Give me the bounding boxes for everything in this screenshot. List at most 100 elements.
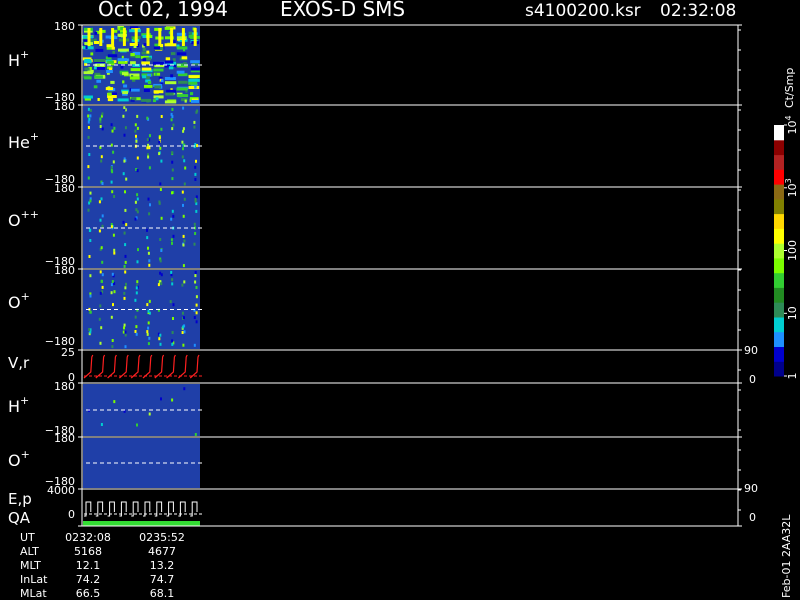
spectrogram-cell bbox=[135, 208, 138, 212]
colorbar-swatch bbox=[774, 198, 784, 215]
spectrogram-cell bbox=[129, 76, 140, 80]
colorbar-swatch bbox=[774, 302, 784, 318]
spectrogram-cell bbox=[183, 197, 186, 201]
spectrogram-cell bbox=[135, 134, 137, 138]
spectrogram-cell bbox=[168, 66, 174, 70]
spectrogram-cell bbox=[101, 112, 104, 116]
spectrogram-cell bbox=[141, 98, 152, 102]
ephemeris-value-start: 5168 bbox=[74, 545, 102, 558]
spectrogram-cell bbox=[181, 283, 184, 287]
spectrogram-cell bbox=[90, 69, 94, 73]
spectrogram-cell bbox=[110, 315, 113, 319]
spectrogram-cell bbox=[89, 199, 92, 203]
spectrogram-cell bbox=[131, 97, 137, 101]
spectrogram-cell bbox=[88, 117, 91, 121]
ephemeris-value-end: 4677 bbox=[148, 545, 176, 558]
spectrogram-cell bbox=[147, 197, 150, 201]
spectrogram-cell bbox=[134, 298, 137, 302]
spectrogram-cell bbox=[171, 241, 173, 245]
spectrogram-cell bbox=[130, 68, 141, 72]
spectrogram-cell bbox=[135, 291, 138, 295]
spectrogram-cell bbox=[170, 118, 173, 122]
spectrogram-cell bbox=[122, 72, 129, 76]
spectrogram-cell bbox=[181, 155, 184, 159]
spectrogram-cell bbox=[101, 127, 104, 131]
spectrogram-cell bbox=[147, 155, 150, 159]
spectrogram-cell bbox=[194, 172, 197, 176]
spectrogram-cell bbox=[176, 87, 188, 91]
spectrogram-cell bbox=[158, 337, 161, 341]
svg-text:O+: O+ bbox=[8, 290, 30, 312]
colorbar-swatch bbox=[774, 169, 784, 185]
spectrogram-cell bbox=[146, 138, 149, 142]
spectrogram-cell bbox=[129, 73, 140, 77]
spectrogram-cell bbox=[147, 81, 152, 84]
spectrogram-cell bbox=[182, 343, 185, 347]
spectrogram-cell bbox=[89, 191, 92, 195]
spectrogram-cell bbox=[99, 291, 102, 295]
spectrogram-cell bbox=[170, 270, 173, 274]
spectrogram-cell bbox=[160, 249, 163, 252]
ephemeris-label: InLat bbox=[20, 573, 48, 586]
vr-right-top: 90 bbox=[744, 344, 758, 357]
spectrogram-cell bbox=[144, 84, 153, 88]
spectrogram-cell bbox=[194, 280, 197, 284]
ephemeris-table: UT 0232:08 0235:52 ALT 5168 4677 MLT 12.1 13.2 In… bbox=[20, 531, 185, 600]
spectrogram-cell bbox=[164, 60, 174, 64]
spectrogram-cell bbox=[88, 255, 91, 258]
ephemeris-label: MLT bbox=[20, 559, 41, 572]
spectrogram-cell bbox=[93, 85, 98, 89]
spectrogram-cell bbox=[181, 140, 184, 144]
spectrogram-cell bbox=[170, 74, 174, 78]
spectrogram-cell bbox=[146, 50, 150, 54]
spectrogram-cell bbox=[184, 166, 187, 170]
spectrogram-peak bbox=[146, 28, 150, 46]
ephemeris-value-start: 74.2 bbox=[76, 573, 101, 586]
spectrogram-cell bbox=[101, 260, 104, 264]
spectrogram-cell bbox=[125, 177, 128, 181]
spectrogram-cell bbox=[122, 114, 125, 118]
spectrogram-data-layer bbox=[82, 26, 204, 526]
spectrogram-cell bbox=[159, 259, 162, 263]
spectrogram-cell bbox=[135, 55, 141, 59]
spectrogram-cell bbox=[136, 114, 139, 118]
spectrogram-cell bbox=[170, 238, 173, 242]
spectrogram-cell bbox=[171, 282, 174, 286]
spectrogram-cell bbox=[123, 296, 126, 300]
spectrogram-cell bbox=[123, 84, 128, 88]
spectrogram-cell bbox=[110, 166, 113, 169]
spectrogram-cell bbox=[88, 153, 91, 156]
panel-label-he-plus: He+ bbox=[8, 130, 39, 152]
spectrogram-cell bbox=[123, 323, 126, 327]
spectrogram-cell bbox=[158, 152, 161, 156]
spectrogram-cell bbox=[153, 46, 161, 50]
spectrogram-cell bbox=[122, 172, 125, 176]
spectrogram-cell bbox=[181, 331, 184, 334]
spectrogram-cell bbox=[195, 286, 198, 289]
spectrogram-cell bbox=[160, 397, 162, 401]
spectrogram-cell bbox=[194, 232, 197, 235]
spectrogram-cell bbox=[94, 31, 98, 35]
spectrogram-cell bbox=[172, 303, 175, 307]
spectrogram-cell bbox=[99, 125, 102, 128]
spectrogram-cell bbox=[145, 76, 150, 80]
spectrogram-cell bbox=[146, 330, 149, 334]
spectrogram-cell bbox=[147, 309, 150, 313]
spectrogram-cell bbox=[142, 58, 147, 62]
spectrogram-cell bbox=[93, 41, 99, 44]
spectrogram-cell bbox=[182, 127, 185, 131]
spectrogram-cell bbox=[136, 156, 139, 160]
spectrogram-cell bbox=[183, 182, 186, 186]
spectrogram-cell bbox=[183, 239, 186, 243]
spectrogram-cell bbox=[113, 251, 116, 255]
plot-date: Oct 02, 1994 bbox=[98, 0, 228, 21]
spectrogram-cell bbox=[122, 80, 125, 84]
spectrogram-cell bbox=[100, 246, 103, 250]
ephemeris-value-end: 74.7 bbox=[150, 573, 175, 586]
colorbar-swatch bbox=[774, 125, 784, 141]
spectrogram-cell bbox=[184, 99, 187, 103]
spectrogram-cell bbox=[183, 387, 186, 391]
spectrogram-cell bbox=[110, 283, 113, 287]
spectrogram-cell bbox=[110, 225, 113, 229]
spectrogram-cell bbox=[89, 310, 92, 314]
